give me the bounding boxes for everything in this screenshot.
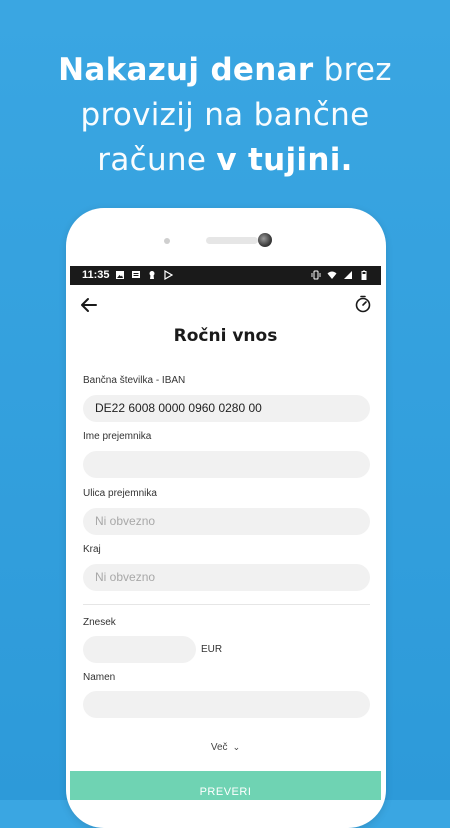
signal-icon — [344, 271, 352, 279]
headline-light-3: račune — [97, 142, 217, 178]
app-screen: 11:35 Ročni vnos Bančna številka - IBAN … — [70, 266, 381, 800]
iban-label: Bančna številka - IBAN — [83, 375, 186, 386]
city-label: Kraj — [83, 544, 101, 555]
amount-input[interactable] — [83, 636, 196, 663]
status-bar: 11:35 — [70, 266, 381, 285]
purpose-label: Namen — [83, 672, 116, 683]
currency-label: EUR — [201, 644, 223, 655]
more-options-toggle[interactable]: Več ⌄ — [70, 742, 381, 753]
front-camera — [258, 233, 272, 247]
image-icon — [116, 271, 124, 279]
status-time: 11:35 — [82, 269, 110, 281]
message-icon — [132, 271, 140, 278]
phone-speaker — [206, 237, 258, 244]
notification-icons — [115, 270, 173, 280]
back-arrow-icon[interactable] — [78, 294, 100, 316]
purpose-input[interactable] — [83, 691, 370, 718]
headline-bold-3: v tujini. — [216, 142, 353, 178]
page-title: Ročni vnos — [173, 326, 278, 346]
chevron-down-icon: ⌄ — [232, 742, 241, 752]
battery-icon — [361, 270, 367, 280]
vibrate-icon — [311, 270, 321, 280]
iban-input[interactable] — [83, 395, 370, 422]
headline-line-2: provizij na bančne — [80, 97, 370, 133]
headline-bold-1: Nakazuj denar — [58, 52, 314, 88]
headline-light-1: brez — [313, 52, 392, 88]
keyhole-icon — [149, 271, 155, 279]
proximity-sensor — [164, 238, 170, 244]
promo-headline: Nakazuj denar brez provizij na bančne ra… — [0, 48, 450, 183]
recipient-name-input[interactable] — [83, 451, 370, 478]
play-store-icon — [164, 270, 173, 280]
recipient-name-label: Ime prejemnika — [83, 431, 152, 442]
check-button[interactable]: PREVERI — [70, 771, 381, 800]
section-divider — [83, 604, 370, 605]
amount-label: Znesek — [83, 617, 116, 628]
more-label: Več — [210, 742, 228, 753]
recipient-street-label: Ulica prejemnika — [83, 488, 157, 499]
city-input[interactable] — [83, 564, 370, 591]
timer-icon[interactable] — [353, 294, 373, 314]
system-icons — [311, 270, 369, 280]
recipient-street-input[interactable] — [83, 508, 370, 535]
wifi-icon — [327, 271, 337, 279]
